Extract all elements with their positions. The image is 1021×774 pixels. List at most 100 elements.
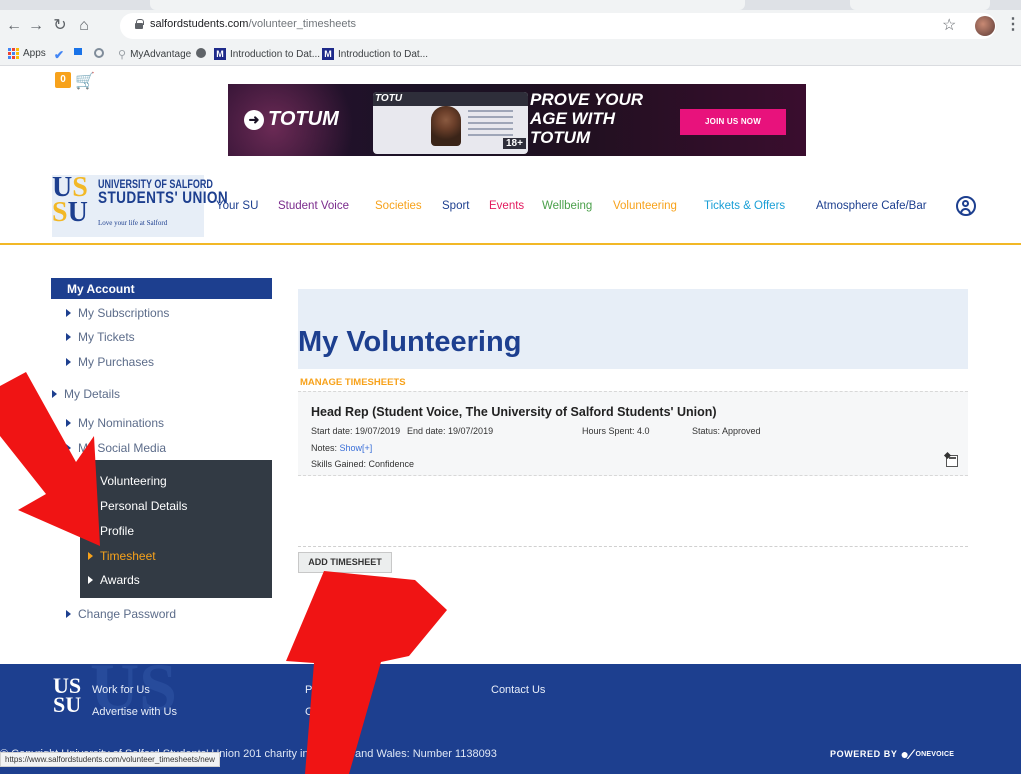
tab-other[interactable] <box>850 0 990 10</box>
person-icon: ⚲ <box>118 49 127 61</box>
reload-icon[interactable]: ↻ <box>50 16 70 36</box>
sidebar-item-purchases[interactable]: My Purchases <box>66 355 154 369</box>
tab-active[interactable] <box>150 0 745 10</box>
bookmark-myadvantage[interactable]: ⚲ MyAdvantage <box>118 48 191 61</box>
entry-notes: Notes: Show[+] <box>311 443 373 453</box>
sidebar-item-timesheet[interactable]: Timesheet <box>88 549 156 563</box>
nav-sport[interactable]: Sport <box>442 200 470 212</box>
status-bar-url: https://www.salfordstudents.com/voluntee… <box>0 752 220 767</box>
bookmark-apps[interactable]: Apps <box>8 48 46 59</box>
sidebar-item-subscriptions[interactable]: My Subscriptions <box>66 306 169 320</box>
join-us-button[interactable]: JOIN US NOW <box>680 109 786 135</box>
entry-title: Head Rep (Student Voice, The University … <box>311 405 717 419</box>
nav-atmosphere[interactable]: Atmosphere Cafe/Bar <box>816 200 927 212</box>
footer-link-work[interactable]: Work for Us <box>92 684 150 696</box>
header-divider <box>0 243 1021 245</box>
bookmark-mail[interactable] <box>74 48 82 55</box>
footer-link-cookies[interactable]: Cook <box>305 706 331 718</box>
onevoice-logo-icon: ●⁄ <box>900 746 913 762</box>
cart-count-badge[interactable]: 0 <box>55 72 71 88</box>
globe-icon <box>196 48 206 58</box>
bookmark-star-icon[interactable]: ☆ <box>942 15 956 35</box>
entry-hours: Hours Spent: 4.0 <box>582 426 650 436</box>
nav-events[interactable]: Events <box>489 200 524 212</box>
m-logo-icon: M <box>214 48 226 60</box>
entry-status: Status: Approved <box>692 426 761 436</box>
sidebar-item-personal-details[interactable]: Personal Details <box>88 499 187 513</box>
sidebar-item-change-password[interactable]: Change Password <box>66 607 176 621</box>
caret-right-icon <box>88 502 93 510</box>
bookmark-check[interactable]: ✔ <box>54 48 64 62</box>
caret-right-icon <box>88 477 93 485</box>
back-icon[interactable]: ← <box>4 16 24 36</box>
url-text[interactable]: salfordstudents.com/volunteer_timesheets <box>150 18 356 30</box>
notes-show-link[interactable]: Show[+] <box>340 443 373 453</box>
nav-societies[interactable]: Societies <box>375 200 422 212</box>
powered-by-onevoice[interactable]: POWERED BY ●⁄ ONEVOICE <box>830 746 954 762</box>
totum-card-image: TOTU 18+ <box>373 92 528 154</box>
forward-icon[interactable]: → <box>26 16 46 36</box>
caret-right-icon <box>88 527 93 535</box>
ussu-monogram: US SU <box>52 172 88 228</box>
footer-link-privacy[interactable]: Priva <box>305 684 330 696</box>
caret-right-icon <box>88 576 93 584</box>
edit-entry-icon[interactable] <box>946 455 958 467</box>
nav-tickets-offers[interactable]: Tickets & Offers <box>704 200 785 212</box>
page-title: My Volunteering <box>298 326 522 358</box>
bookmark-intro-1[interactable]: M Introduction to Dat... <box>214 48 320 60</box>
sidebar-item-profile[interactable]: Profile <box>88 524 134 538</box>
entry-skills: Skills Gained: Confidence <box>311 459 415 469</box>
card-logo: TOTU <box>375 93 403 104</box>
sidebar-item-social-media[interactable]: My Social Media <box>66 441 166 455</box>
nav-your-su[interactable]: Your SU <box>216 200 258 212</box>
lock-icon[interactable] <box>135 19 144 29</box>
footer-link-advertise[interactable]: Advertise with Us <box>92 706 177 718</box>
m-logo-icon: M <box>322 48 334 60</box>
bookmark-circle[interactable] <box>94 48 104 58</box>
sidebar-item-tickets[interactable]: My Tickets <box>66 330 135 344</box>
entry-start-date: Start date: 19/07/2019 <box>311 426 401 436</box>
sidebar-item-details[interactable]: My Details <box>52 387 120 401</box>
footer-link-contact[interactable]: Contact Us <box>491 684 545 696</box>
checkmark-icon: ✔ <box>54 48 65 62</box>
totum-logo: ➜ TOTUM <box>244 108 339 131</box>
caret-right-icon <box>66 309 71 317</box>
mail-icon <box>74 48 82 55</box>
user-account-icon[interactable] <box>956 196 976 216</box>
profile-avatar[interactable] <box>975 16 995 36</box>
apps-grid-icon <box>8 48 19 59</box>
caret-right-icon <box>66 419 71 427</box>
entry-end-date: End date: 19/07/2019 <box>407 426 494 436</box>
sidebar-item-volunteering[interactable]: Volunteering <box>88 474 167 488</box>
brand-line2: STUDENTS' UNION <box>98 188 229 207</box>
nav-volunteering[interactable]: Volunteering <box>613 200 677 212</box>
caret-right-icon <box>52 390 57 398</box>
circle-icon <box>94 48 104 58</box>
footer-logo[interactable]: US SU <box>53 675 81 716</box>
content-divider <box>298 546 968 547</box>
menu-dots-icon[interactable]: ⋮ <box>1005 14 1021 34</box>
caret-right-icon <box>88 552 93 560</box>
home-icon[interactable]: ⌂ <box>74 16 94 36</box>
caret-right-icon <box>66 333 71 341</box>
card-age: 18+ <box>503 138 526 149</box>
sidebar-item-nominations[interactable]: My Nominations <box>66 416 164 430</box>
cart-icon[interactable]: 🛒 <box>75 71 95 91</box>
banner-headline: PROVE YOUR AGE WITH TOTUM <box>530 90 644 147</box>
caret-right-icon <box>66 610 71 618</box>
nav-wellbeing[interactable]: Wellbeing <box>542 200 592 212</box>
bookmark-globe[interactable] <box>196 48 206 58</box>
sidebar-header: My Account <box>51 278 272 299</box>
section-title: MANAGE TIMESHEETS <box>300 377 406 388</box>
caret-right-icon <box>66 358 71 366</box>
bookmark-intro-2[interactable]: M Introduction to Dat... <box>322 48 428 60</box>
bookmarks-bar: Apps ✔ ⚲ MyAdvantage M Introduction to D… <box>0 44 1021 66</box>
add-timesheet-button[interactable]: ADD TIMESHEET <box>298 552 392 573</box>
totum-banner[interactable]: ➜ TOTUM TOTU 18+ PROVE YOUR AGE WITH TOT… <box>228 84 806 156</box>
ussu-logo[interactable]: US SU UNIVERSITY OF SALFORD STUDENTS' UN… <box>52 172 228 237</box>
tab-strip <box>0 0 1021 10</box>
nav-student-voice[interactable]: Student Voice <box>278 200 349 212</box>
sidebar-item-awards[interactable]: Awards <box>88 573 140 587</box>
card-photo <box>431 106 461 146</box>
caret-right-icon <box>66 444 71 452</box>
